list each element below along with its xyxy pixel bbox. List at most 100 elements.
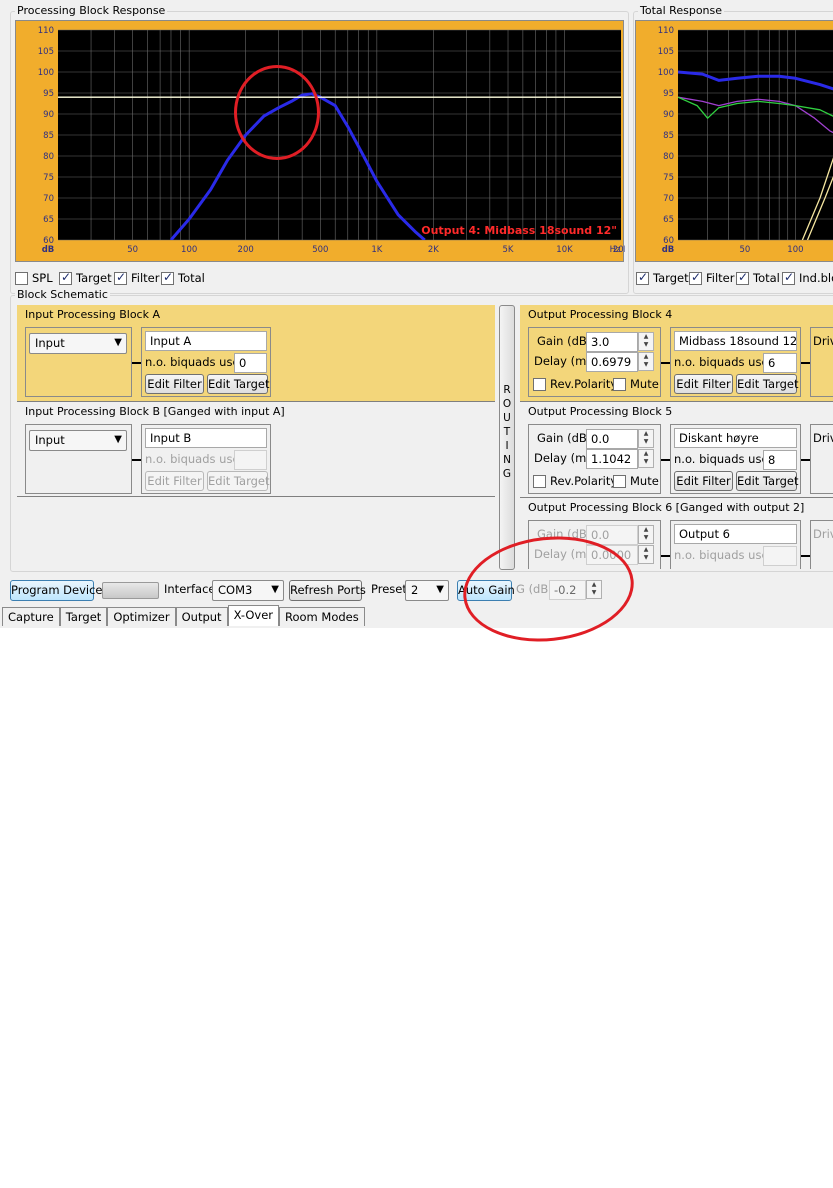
show-spl-checkbox[interactable]: SPL bbox=[15, 271, 53, 285]
output-block-5-title: Output Processing Block 5 bbox=[528, 405, 673, 418]
x-tick-label: 1K bbox=[371, 245, 382, 255]
input-a-source-select[interactable]: Input ▼ bbox=[29, 333, 127, 354]
tab-capture[interactable]: Capture bbox=[2, 607, 60, 626]
checkbox-label: Filter bbox=[706, 271, 735, 285]
checkmark-icon bbox=[782, 270, 795, 285]
program-device-button[interactable]: Program Device bbox=[10, 580, 103, 601]
output-6-delay-spinner[interactable]: ▲ ▼ bbox=[638, 545, 654, 564]
show-total-checkbox[interactable]: Total bbox=[736, 270, 780, 285]
output-block-5[interactable]: Output Processing Block 5 Gain (dB) 0.0 … bbox=[520, 401, 833, 497]
spin-down-icon: ▼ bbox=[643, 534, 649, 541]
interface-label: Interface bbox=[164, 582, 216, 596]
input-block-b[interactable]: Input Processing Block B [Ganged with in… bbox=[17, 401, 495, 497]
output-5-gain-spinner[interactable]: ▲ ▼ bbox=[638, 429, 654, 448]
output-5-name-field[interactable]: Diskant høyre bbox=[674, 428, 797, 448]
output-5-driver-box: Driv bbox=[810, 424, 833, 494]
routing-button[interactable]: R O U T I N G bbox=[499, 305, 515, 570]
y-axis-label: dB bbox=[662, 245, 675, 255]
output-4-delay-field[interactable]: 0.6979 bbox=[586, 352, 638, 372]
output-4-driver-label: Driv bbox=[813, 334, 833, 348]
preset-select[interactable]: 2 ▼ bbox=[405, 580, 449, 601]
checkbox-label: Ind.bloc bbox=[799, 271, 833, 285]
tab-xover[interactable]: X-Over bbox=[227, 605, 279, 626]
show-filter-checkbox[interactable]: Filter bbox=[114, 270, 159, 285]
output-5-filter-box: Diskant høyre n.o. biquads used 8 Edit F… bbox=[670, 424, 801, 494]
output-5-biquads-field: 8 bbox=[763, 450, 797, 470]
output-block-4-title: Output Processing Block 4 bbox=[528, 308, 673, 321]
processing-response-chart[interactable]: 60 65 70 75 80 85 90 95 100 105 110 dB 50 100 200 500 1K… bbox=[15, 20, 625, 262]
checkbox-box bbox=[613, 474, 626, 488]
output-5-mute-label: Mute bbox=[630, 474, 659, 488]
output-4-edit-target-button[interactable]: Edit Target bbox=[736, 374, 799, 394]
output-4-gain-spinner[interactable]: ▲ ▼ bbox=[638, 332, 654, 351]
output-5-delay-spinner[interactable]: ▲ ▼ bbox=[638, 449, 654, 468]
tab-output[interactable]: Output bbox=[175, 607, 228, 626]
tab-target[interactable]: Target bbox=[59, 607, 108, 626]
checkmark-icon bbox=[59, 270, 72, 285]
output-6-filter-box: Output 6 n.o. biquads used bbox=[670, 520, 801, 569]
spin-down-icon: ▼ bbox=[643, 438, 649, 445]
y-tick-label: 90 bbox=[663, 110, 674, 120]
output-5-biquads-label: n.o. biquads used bbox=[674, 452, 776, 466]
show-filter-checkbox[interactable]: Filter bbox=[689, 270, 735, 285]
x-tick-label: 100 bbox=[787, 245, 803, 255]
processing-response-plot: 6065707580859095100105110dB 50 100 200 500 1K… bbox=[38, 26, 625, 255]
input-block-a[interactable]: Input Processing Block A Input ▼ Input A… bbox=[17, 305, 495, 401]
input-b-connector bbox=[132, 459, 141, 461]
output-4-mute-label: Mute bbox=[630, 377, 659, 391]
show-ind-bloc-checkbox[interactable]: Ind.bloc bbox=[782, 270, 833, 285]
output-4-delay-spinner[interactable]: ▲ ▼ bbox=[638, 352, 654, 371]
output-6-gain-spinner[interactable]: ▲ ▼ bbox=[638, 525, 654, 544]
output-4-mute-checkbox[interactable]: Mute bbox=[613, 377, 659, 391]
output-4-biquads-label: n.o. biquads used bbox=[674, 355, 776, 369]
xover-window: Processing Block Response 60 65 70 75 80 85 90… bbox=[0, 0, 833, 628]
spin-up-icon: ▲ bbox=[643, 353, 649, 360]
total-response-chart[interactable]: 60 65 70 75 80 85 90 95 100 105 110 dB 50 100 bbox=[635, 20, 833, 262]
x-tick-label: 5K bbox=[503, 245, 514, 255]
chevron-down-icon: ▼ bbox=[114, 434, 122, 445]
show-target-checkbox[interactable]: Target bbox=[59, 270, 112, 285]
output-5-gain-field[interactable]: 0.0 bbox=[586, 429, 638, 449]
interface-select[interactable]: COM3 ▼ bbox=[212, 580, 284, 601]
input-b-source-value: Input bbox=[35, 433, 65, 447]
spin-up-icon: ▲ bbox=[643, 450, 649, 457]
output-5-delay-field[interactable]: 1.1042 bbox=[586, 449, 638, 469]
output-5-rev-polarity-checkbox[interactable]: Rev.Polarity bbox=[533, 474, 617, 488]
output-5-mute-checkbox[interactable]: Mute bbox=[613, 474, 659, 488]
output-6-name-field[interactable]: Output 6 bbox=[674, 524, 797, 544]
output-4-name-field[interactable]: Midbass 18sound 12" bbox=[674, 331, 797, 351]
tab-optimizer[interactable]: Optimizer bbox=[107, 607, 176, 626]
chevron-down-icon: ▼ bbox=[271, 584, 279, 595]
output-4-driver-box: Driv bbox=[810, 327, 833, 397]
refresh-ports-button[interactable]: Refresh Ports bbox=[289, 580, 366, 601]
show-total-checkbox[interactable]: Total bbox=[161, 270, 205, 285]
tab-room-modes[interactable]: Room Modes bbox=[279, 607, 365, 626]
main-tabs: Capture Target Optimizer Output X-Over R… bbox=[2, 605, 365, 627]
input-a-name-field[interactable]: Input A bbox=[145, 331, 267, 351]
output-4-rev-polarity-checkbox[interactable]: Rev.Polarity bbox=[533, 377, 617, 391]
checkbox-label: Total bbox=[753, 271, 780, 285]
input-a-edit-target-button[interactable]: Edit Target bbox=[207, 374, 270, 394]
spin-down-icon: ▼ bbox=[643, 458, 649, 465]
input-a-edit-filter-button[interactable]: Edit Filter bbox=[145, 374, 204, 394]
x-tick-label: 2K bbox=[428, 245, 439, 255]
spin-up-icon: ▲ bbox=[643, 430, 649, 437]
input-b-source-select[interactable]: Input ▼ bbox=[29, 430, 127, 451]
show-target-checkbox[interactable]: Target bbox=[636, 270, 689, 285]
output-block-4[interactable]: Output Processing Block 4 Gain (dB) 3.0 … bbox=[520, 305, 833, 401]
output-5-edit-filter-button[interactable]: Edit Filter bbox=[674, 471, 733, 491]
input-b-name-field[interactable]: Input B bbox=[145, 428, 267, 448]
block-schematic-title: Block Schematic bbox=[15, 288, 110, 301]
output-4-gain-field[interactable]: 3.0 bbox=[586, 332, 638, 352]
y-tick-label: 95 bbox=[663, 89, 674, 99]
input-block-b-title: Input Processing Block B [Ganged with in… bbox=[25, 405, 285, 418]
input-b-edit-filter-button[interactable]: Edit Filter bbox=[145, 471, 204, 491]
input-a-connector bbox=[132, 362, 141, 364]
output-5-edit-target-button[interactable]: Edit Target bbox=[736, 471, 799, 491]
y-tick-label: 85 bbox=[663, 131, 674, 141]
input-b-edit-target-button[interactable]: Edit Target bbox=[207, 471, 270, 491]
output-4-edit-filter-button[interactable]: Edit Filter bbox=[674, 374, 733, 394]
checkmark-icon bbox=[161, 270, 174, 285]
spin-down-icon: ▼ bbox=[643, 361, 649, 368]
routing-letter: R bbox=[503, 384, 511, 396]
